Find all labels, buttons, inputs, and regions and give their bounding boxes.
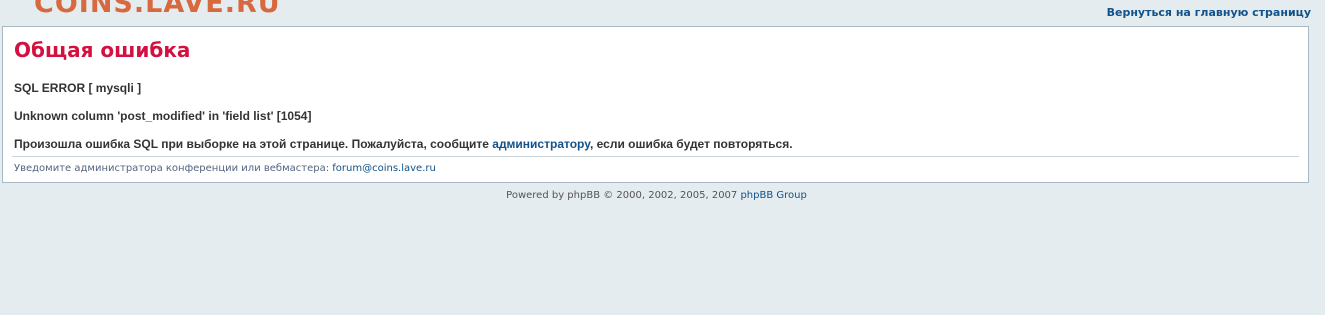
notify-text: Уведомите администратора конференции или… xyxy=(14,163,333,174)
home-link[interactable]: Вернуться на главную страницу xyxy=(1107,6,1311,19)
powered-by-text: Powered by phpBB © 2000, 2002, 2005, 200… xyxy=(506,190,741,201)
sql-error-label: SQL ERROR [ mysqli ] xyxy=(14,81,142,95)
error-message-text: Произошла ошибка SQL при выборке на этой… xyxy=(14,137,493,151)
notify-line: Уведомите администратора конференции или… xyxy=(14,162,436,175)
error-message-tail: , если ошибка будет повторяться. xyxy=(589,137,793,151)
phpbb-group-link[interactable]: phpBB Group xyxy=(740,190,806,201)
webmaster-email-link[interactable]: forum@coins.lave.ru xyxy=(332,163,436,174)
site-logo[interactable]: COINS.LAVE.RU xyxy=(34,0,281,21)
footer: Powered by phpBB © 2000, 2002, 2005, 200… xyxy=(0,189,1313,202)
header: COINS.LAVE.RU Вернуться на главную стран… xyxy=(0,0,1325,26)
divider xyxy=(12,156,1299,157)
sql-error-detail: Unknown column 'post_modified' in 'field… xyxy=(14,109,312,123)
error-title: Общая ошибка xyxy=(14,38,191,62)
administrator-link[interactable]: администратору xyxy=(492,137,590,151)
error-panel: Общая ошибка SQL ERROR [ mysqli ] Unknow… xyxy=(2,26,1309,183)
error-message: Произошла ошибка SQL при выборке на этой… xyxy=(14,137,793,152)
